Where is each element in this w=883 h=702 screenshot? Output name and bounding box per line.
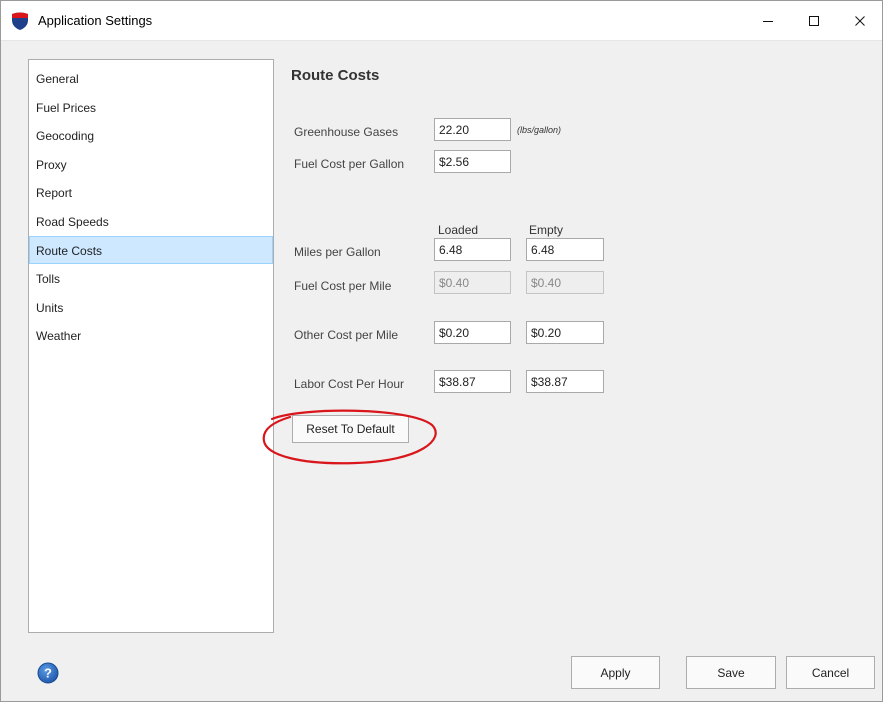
mpg-empty-input[interactable] [526, 238, 604, 261]
sidebar-item-proxy[interactable]: Proxy [29, 150, 273, 179]
sidebar-item-label: Road Speeds [36, 214, 109, 229]
loaded-column-header: Loaded [438, 223, 479, 237]
labor-cost-hour-label: Labor Cost Per Hour [294, 377, 405, 391]
greenhouse-gases-label: Greenhouse Gases [294, 125, 399, 139]
sidebar-item-label: Geocoding [36, 129, 95, 144]
sidebar-item-geocoding[interactable]: Geocoding [29, 121, 273, 150]
sidebar-item-fuel-prices[interactable]: Fuel Prices [29, 93, 273, 122]
sidebar-item-label: Fuel Prices [36, 100, 97, 115]
sidebar-item-label: Tolls [36, 272, 61, 287]
close-button[interactable] [837, 1, 883, 41]
window-title: Application Settings [38, 13, 153, 28]
labor-cost-hour-loaded-input[interactable] [434, 370, 511, 393]
labor-cost-hour-empty-input[interactable] [526, 370, 604, 393]
fuel-cost-gallon-label: Fuel Cost per Gallon [294, 157, 405, 171]
fuel-cost-mile-loaded-field [434, 271, 511, 294]
page-title: Route Costs [291, 67, 380, 84]
fuel-cost-mile-label: Fuel Cost per Mile [294, 279, 392, 293]
close-icon [855, 16, 865, 26]
sidebar-item-label: Route Costs [36, 243, 103, 258]
sidebar-item-tolls[interactable]: Tolls [29, 264, 273, 293]
sidebar-item-units[interactable]: Units [29, 293, 273, 322]
sidebar-item-route-costs[interactable]: Route Costs [29, 235, 273, 265]
empty-column-header: Empty [529, 223, 564, 237]
sidebar-item-weather[interactable]: Weather [29, 321, 273, 350]
fuel-cost-mile-empty-field [526, 271, 604, 294]
fuel-cost-gallon-input[interactable] [434, 150, 511, 173]
sidebar-item-road-speeds[interactable]: Road Speeds [29, 207, 273, 236]
apply-button[interactable]: Apply [571, 656, 660, 689]
save-button[interactable]: Save [686, 656, 776, 689]
reset-to-default-button[interactable]: Reset To Default [292, 415, 409, 443]
sidebar-item-report[interactable]: Report [29, 178, 273, 207]
mpg-loaded-input[interactable] [434, 238, 511, 261]
sidebar-item-label: Weather [36, 329, 82, 344]
help-glyph: ? [44, 666, 52, 681]
greenhouse-gases-input[interactable] [434, 118, 511, 141]
minimize-button[interactable] [745, 1, 791, 41]
other-cost-mile-empty-input[interactable] [526, 321, 604, 344]
help-icon[interactable]: ? [37, 662, 59, 684]
miles-per-gallon-label: Miles per Gallon [294, 245, 381, 259]
sidebar-item-label: Units [36, 300, 64, 315]
title-bar[interactable]: Application Settings [1, 1, 882, 41]
maximize-icon [809, 16, 819, 26]
cancel-button[interactable]: Cancel [786, 656, 875, 689]
sidebar-item-label: Proxy [36, 157, 67, 172]
other-cost-mile-loaded-input[interactable] [434, 321, 511, 344]
sidebar-item-general[interactable]: General [29, 64, 273, 93]
greenhouse-unit-label: (lbs/gallon) [517, 125, 562, 135]
settings-nav-list: General Fuel Prices Geocoding Proxy Repo… [28, 59, 274, 633]
other-cost-mile-label: Other Cost per Mile [294, 328, 399, 342]
sidebar-item-label: Report [36, 186, 73, 201]
shield-logo-icon [12, 12, 28, 30]
maximize-button[interactable] [791, 1, 837, 41]
settings-window: Application Settings General Fuel Prices… [0, 0, 883, 702]
minimize-icon [763, 21, 773, 22]
sidebar-item-label: General [36, 72, 79, 86]
